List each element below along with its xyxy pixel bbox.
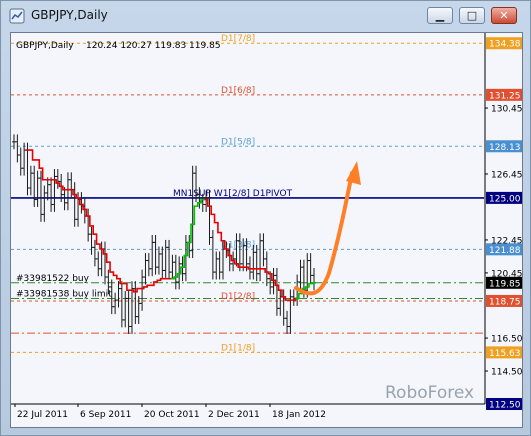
price-tag-label-3: 128.13 — [489, 143, 521, 153]
level-label-9: D1[1/8] — [221, 343, 255, 353]
price-tag-label-1: 131.25 — [489, 91, 521, 101]
price-tag-label-10: 118.75 — [489, 297, 521, 307]
price-chart[interactable]: D1[7/8] D1[6/8] D1[5/8] MN1SUP W1[2/8] D1PI… — [11, 33, 523, 427]
title-bar[interactable]: GBPJPY,Daily ▁ □ ✕ — [1, 1, 530, 31]
price-axis-label-11: 116.50 — [491, 335, 522, 345]
chart-area[interactable]: D1[7/8] D1[6/8] D1[5/8] MN1SUP W1[2/8] D1PI… — [10, 32, 523, 428]
price-tag-label-12: 115.63 — [489, 349, 521, 359]
maximize-icon: □ — [466, 9, 478, 22]
chart-symbol-label: GBPJPY,Daily — [16, 41, 74, 51]
level-label-1: D1[6/8] — [221, 86, 255, 96]
time-axis-label-2: 20 Oct 2011 — [144, 410, 200, 420]
time-axis-label-0: 22 Jul 2011 — [17, 410, 68, 420]
time-axis-label-4: 18 Jan 2012 — [272, 410, 326, 420]
price-tag-label-5: 125.00 — [489, 194, 521, 204]
level-label-7: D1[2/8] — [221, 292, 255, 302]
close-button[interactable]: ✕ — [491, 7, 517, 24]
price-tag-label-7: 121.88 — [489, 246, 521, 256]
price-tag-label-0: 134.38 — [489, 40, 521, 50]
window-title: GBPJPY,Daily — [31, 8, 108, 22]
chart-ohlc-values: 120.24 120.27 119.83 119.85 — [86, 41, 221, 51]
close-icon: ✕ — [499, 9, 509, 22]
level-label-5: #33981522 buy — [16, 274, 90, 284]
level-label-0: D1[7/8] — [221, 34, 255, 44]
price-axis-label-4: 126.45 — [491, 170, 522, 180]
level-label-3: MN1SUP W1[2/8] D1PIVOT — [173, 189, 293, 199]
level-label-2: D1[5/8] — [221, 137, 255, 147]
chart-window-icon — [9, 8, 25, 24]
minimize-button[interactable]: ▁ — [427, 7, 453, 24]
price-tag-label-9: 119.85 — [489, 279, 521, 289]
chart-window: GBPJPY,Daily ▁ □ ✕ D1[7/8] D1[6/8] D1[5/8]… — [0, 0, 531, 436]
price-tag-label-14: 112.50 — [489, 401, 521, 411]
watermark-logo: RoboForex — [385, 383, 474, 403]
price-axis-label-2: 130.45 — [491, 105, 522, 115]
level-label-6: #33981538 buy limit — [16, 289, 112, 299]
time-axis-label-1: 6 Sep 2011 — [80, 410, 131, 420]
time-axis-label-3: 2 Dec 2011 — [208, 410, 260, 420]
price-axis-label-13: 114.50 — [491, 368, 522, 378]
maximize-button[interactable]: □ — [459, 7, 485, 24]
minimize-icon: ▁ — [435, 9, 445, 22]
